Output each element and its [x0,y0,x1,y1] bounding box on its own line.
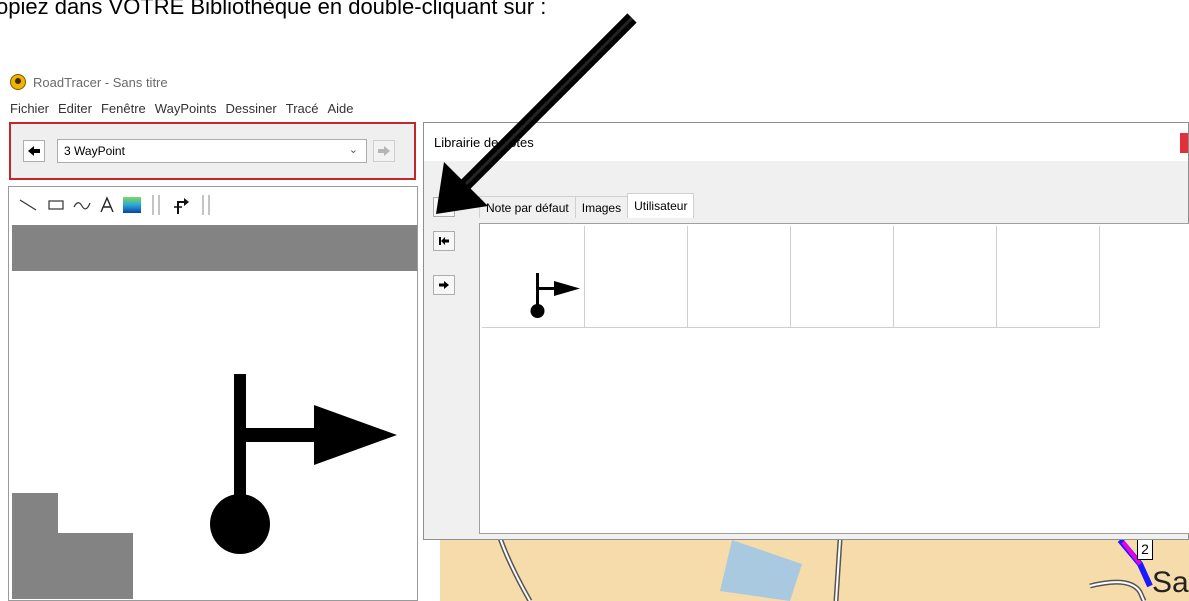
waypoint-symbol-tool-button[interactable] [169,193,193,217]
canvas-shape [12,533,133,599]
note-cell[interactable] [482,226,585,328]
next-waypoint-button[interactable] [373,140,395,162]
notes-grid [482,226,1100,328]
separator [149,193,163,217]
dialog-close-button[interactable] [1180,133,1188,153]
copy-to-library-button[interactable] [433,197,455,217]
app-title-bar: RoadTracer - Sans titre [10,72,168,92]
line-tool-button[interactable] [17,193,39,217]
menu-item-aide[interactable]: Aide [328,101,354,116]
canvas-shape [12,493,58,533]
notes-library-dialog: Librairie de notes Note par défaut Image… [423,122,1189,540]
go-to-first-button[interactable] [433,231,455,251]
menu-item-fenetre[interactable]: Fenêtre [101,101,146,116]
line-icon [19,199,37,211]
canvas-top-band [12,225,417,271]
image-fill-icon [123,197,141,213]
previous-waypoint-button[interactable] [23,140,45,162]
document-instruction-text: opiez dans VOTRE Bibliothèque en double-… [0,0,547,19]
turn-right-waypoint-icon [174,198,189,214]
arrow-right-icon [378,146,390,156]
waypoint-select-value: 3 WayPoint [64,144,125,158]
large-waypoint-arrow-symbol [210,374,397,554]
app-title-text: RoadTracer - Sans titre [33,74,168,90]
menu-item-waypoints[interactable]: WayPoints [155,101,217,116]
arrow-left-icon [439,203,449,211]
tab-utilisateur[interactable]: Utilisateur [627,193,695,218]
tab-note-par-defaut[interactable]: Note par défaut [479,196,576,218]
waypoint-navigation-panel: 3 WayPoint ⌄ [9,122,416,180]
dialog-title-bar: Librairie de notes [424,123,1188,161]
note-editor-pane [8,186,418,601]
turn-right-waypoint-icon [530,273,580,318]
note-cell[interactable] [791,226,894,328]
dialog-title: Librairie de notes [434,134,534,150]
arrow-right-icon [439,281,449,289]
note-cell[interactable] [585,226,688,328]
note-cell[interactable] [894,226,997,328]
waypoint-select[interactable]: 3 WayPoint ⌄ [57,139,367,163]
insert-note-button[interactable] [433,275,455,295]
note-cell[interactable] [997,226,1100,328]
map-view: 2 Sa [440,536,1189,601]
menu-bar: Fichier Editer Fenêtre WayPoints Dessine… [10,101,363,116]
rectangle-icon [48,200,64,210]
tab-images[interactable]: Images [574,196,629,218]
menu-item-fichier[interactable]: Fichier [10,101,49,116]
text-a-icon [100,196,114,213]
chevron-down-icon: ⌄ [348,144,358,156]
curve-icon [73,202,91,210]
arrow-to-start-icon [439,237,449,245]
text-tool-button[interactable] [97,193,117,217]
background-tool-button[interactable] [121,193,143,217]
user-notes-grid-area [479,223,1189,534]
map-marker-number: 2 [1137,538,1153,560]
arrow-left-icon [28,146,40,156]
curve-tool-button[interactable] [71,193,93,217]
rectangle-tool-button[interactable] [45,193,67,217]
note-cell[interactable] [688,226,791,328]
roadtracer-logo-icon [10,74,26,90]
map-place-label: Sa [1152,566,1189,599]
library-tabs: Note par défaut Images Utilisateur [479,193,695,218]
menu-item-dessiner[interactable]: Dessiner [225,101,276,116]
drawing-toolbar [9,187,417,223]
separator [199,193,213,217]
menu-item-editer[interactable]: Editer [58,101,92,116]
menu-item-trace[interactable]: Tracé [286,101,319,116]
